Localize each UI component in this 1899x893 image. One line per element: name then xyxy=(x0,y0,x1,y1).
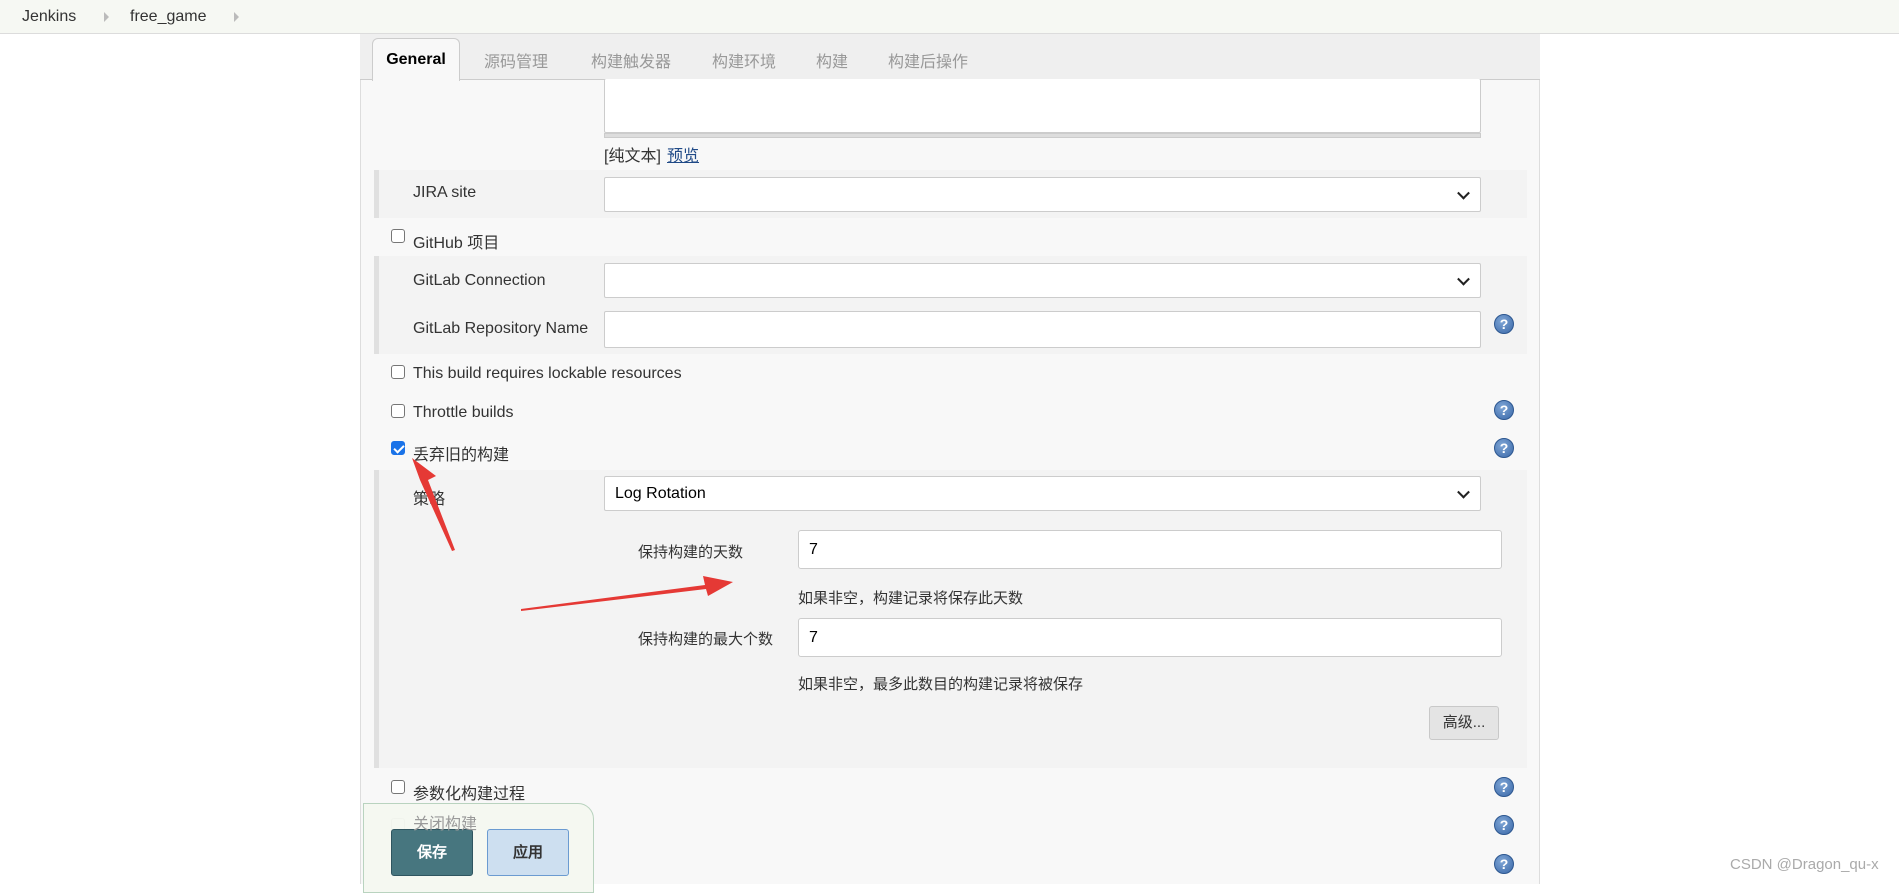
parameterized-checkbox[interactable] xyxy=(391,780,405,794)
description-textarea[interactable] xyxy=(604,79,1481,133)
max-input[interactable]: 7 xyxy=(798,618,1502,657)
days-label: 保持构建的天数 xyxy=(638,544,744,561)
days-help-text: 如果非空，构建记录将保存此天数 xyxy=(798,590,1024,607)
tab-general[interactable]: General xyxy=(372,38,460,81)
save-button[interactable]: 保存 xyxy=(391,829,473,876)
github-checkbox[interactable] xyxy=(391,229,405,243)
github-label: GitHub 项目 xyxy=(413,235,500,252)
strategy-select[interactable]: Log Rotation xyxy=(604,476,1481,511)
breadcrumb-free-game[interactable]: free_game xyxy=(130,8,207,26)
lockable-checkbox[interactable] xyxy=(391,365,405,379)
tab-post-build[interactable]: 构建后操作 xyxy=(888,48,968,72)
breadcrumb-chevron-icon[interactable] xyxy=(234,12,239,22)
parameterized-label: 参数化构建过程 xyxy=(413,786,526,803)
help-icon[interactable]: ? xyxy=(1494,854,1514,874)
throttle-label: Throttle builds xyxy=(413,404,514,421)
tab-build[interactable]: 构建 xyxy=(816,48,848,72)
disable-label: 关闭构建 xyxy=(413,816,478,833)
max-help-text: 如果非空，最多此数目的构建记录将被保存 xyxy=(798,676,1084,693)
max-label: 保持构建的最大个数 xyxy=(638,631,774,648)
help-icon[interactable]: ? xyxy=(1494,438,1514,458)
tab-source[interactable]: 源码管理 xyxy=(484,48,548,72)
preview-link[interactable]: 预览 xyxy=(667,142,699,166)
help-icon[interactable]: ? xyxy=(1494,815,1514,835)
tab-environment[interactable]: 构建环境 xyxy=(712,48,776,72)
help-icon[interactable]: ? xyxy=(1494,777,1514,797)
tab-triggers[interactable]: 构建触发器 xyxy=(591,48,671,72)
gitlab-repo-label: GitLab Repository Name xyxy=(413,320,589,337)
advanced-button[interactable]: 高级... xyxy=(1429,706,1499,740)
jira-site-select[interactable] xyxy=(604,177,1481,212)
strategy-label: 策略 xyxy=(413,491,446,508)
breadcrumb-bar xyxy=(0,0,1899,34)
throttle-checkbox[interactable] xyxy=(391,404,405,418)
breadcrumb-chevron-icon[interactable] xyxy=(104,12,109,22)
discard-checkbox[interactable] xyxy=(391,441,405,455)
gitlab-connection-select[interactable] xyxy=(604,263,1481,298)
jira-label: JIRA site xyxy=(413,184,477,201)
gitlab-repo-input[interactable] xyxy=(604,311,1481,348)
help-icon[interactable]: ? xyxy=(1494,400,1514,420)
textarea-resize-bar[interactable] xyxy=(604,133,1481,138)
breadcrumb-jenkins[interactable]: Jenkins xyxy=(22,8,76,26)
help-icon[interactable]: ? xyxy=(1494,314,1514,334)
days-input[interactable]: 7 xyxy=(798,530,1502,569)
apply-button[interactable]: 应用 xyxy=(487,829,569,876)
discard-label: 丢弃旧的构建 xyxy=(413,447,510,464)
gitlab-connection-label: GitLab Connection xyxy=(413,272,546,289)
plain-text-label: [纯文本] xyxy=(604,148,661,165)
lockable-label: This build requires lockable resources xyxy=(413,365,682,382)
watermark: CSDN @Dragon_qu-x xyxy=(1730,856,1879,873)
